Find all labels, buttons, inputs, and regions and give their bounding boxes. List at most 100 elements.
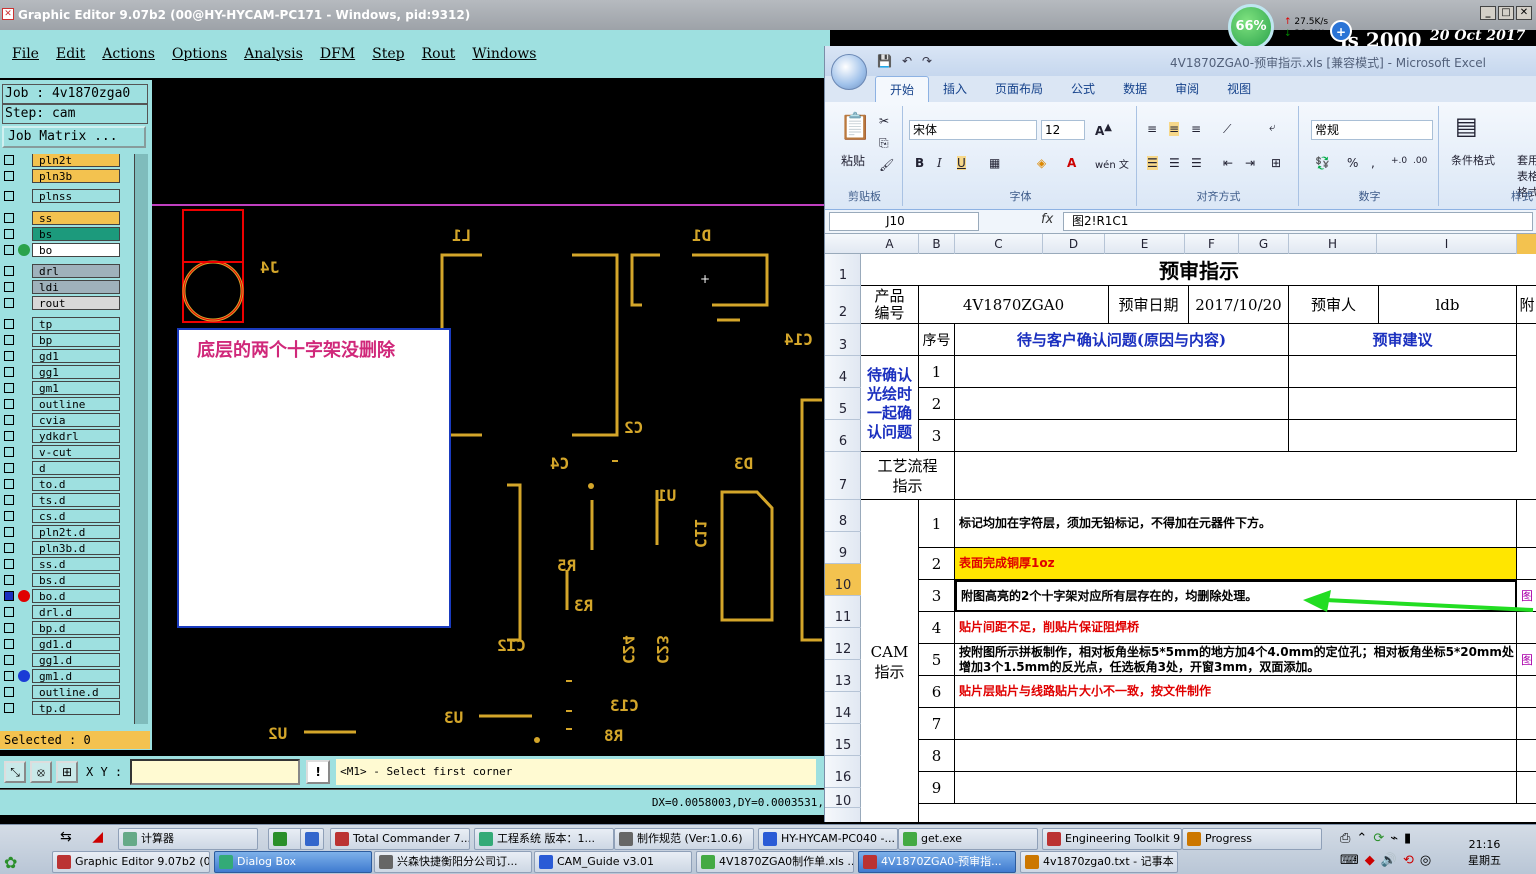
layer-row[interactable]: pln3b.d xyxy=(4,540,120,555)
layer-checkbox[interactable] xyxy=(4,478,14,489)
volume-icon[interactable]: 🔊 xyxy=(1381,853,1403,868)
network-speed-widget[interactable]: 66% ↑ 27.5K/s ↓ 36.3K/s + xyxy=(1228,4,1360,50)
switch-window-icon[interactable]: ⇆ xyxy=(60,829,72,845)
sync-icon[interactable]: ⟲ xyxy=(1403,853,1420,868)
layer-checkbox[interactable] xyxy=(4,366,14,377)
layer-row[interactable]: pln2t.d xyxy=(4,524,120,539)
pdf-icon[interactable]: ◢ xyxy=(92,829,103,845)
taskbar-button[interactable]: 兴森快捷衡阳分公司订... xyxy=(374,851,532,873)
layer-row[interactable]: drl xyxy=(4,263,120,278)
layer-checkbox[interactable] xyxy=(4,670,14,681)
taskbar-button[interactable]: 4V1870ZGA0-预审指... xyxy=(858,851,1016,873)
layer-row[interactable]: rout xyxy=(4,295,120,310)
layer-checkbox[interactable] xyxy=(4,265,14,276)
layer-row[interactable]: pln2t xyxy=(4,154,120,167)
layer-row[interactable]: ldi xyxy=(4,279,120,294)
start-icon[interactable]: ✿ xyxy=(4,853,17,872)
menu-rout[interactable]: Rout xyxy=(422,46,456,62)
layer-checkbox[interactable] xyxy=(4,654,14,665)
layer-row[interactable]: gd1 xyxy=(4,348,120,363)
close-button[interactable]: ✕ xyxy=(1516,6,1532,20)
maximize-button[interactable]: □ xyxy=(1498,6,1514,20)
layer-row[interactable]: gg1.d xyxy=(4,652,120,667)
layer-row[interactable]: v-cut xyxy=(4,444,120,459)
layer-row[interactable]: ydkdrl xyxy=(4,428,120,443)
layer-checkbox[interactable] xyxy=(4,281,14,292)
xy-input[interactable] xyxy=(130,759,301,785)
taskbar-button[interactable]: Dialog Box xyxy=(214,851,372,873)
layer-row[interactable]: pln3b xyxy=(4,168,120,183)
layer-checkbox[interactable] xyxy=(4,190,14,201)
layer-row[interactable]: tp xyxy=(4,316,120,331)
menu-actions[interactable]: Actions xyxy=(102,46,155,62)
layer-checkbox[interactable] xyxy=(4,430,14,441)
layer-checkbox[interactable] xyxy=(4,542,14,553)
layer-row[interactable]: ts.d xyxy=(4,492,120,507)
layer-row[interactable]: bs xyxy=(4,226,120,241)
layer-checkbox[interactable] xyxy=(4,462,14,473)
keyboard-icon[interactable]: ⌨ xyxy=(1340,853,1365,868)
layer-checkbox[interactable] xyxy=(4,350,14,361)
layer-row[interactable]: ss.d xyxy=(4,556,120,571)
measure-button[interactable]: ⦻ xyxy=(30,761,52,783)
layer-row[interactable]: plnss xyxy=(4,188,120,203)
layer-checkbox[interactable] xyxy=(4,244,14,255)
layer-row[interactable]: cvia xyxy=(4,412,120,427)
layer-checkbox[interactable] xyxy=(4,606,14,617)
menu-options[interactable]: Options xyxy=(172,46,227,62)
layer-row[interactable]: cs.d xyxy=(4,508,120,523)
layer-checkbox[interactable] xyxy=(4,510,14,521)
signal-icon[interactable]: ▮ xyxy=(1404,831,1417,846)
layer-checkbox[interactable] xyxy=(4,446,14,457)
layer-checkbox[interactable] xyxy=(4,170,14,181)
layer-row[interactable]: gg1 xyxy=(4,364,120,379)
layer-checkbox[interactable] xyxy=(4,622,14,633)
ime-icon[interactable]: ◆ xyxy=(1365,853,1381,868)
layer-checkbox[interactable] xyxy=(4,590,14,601)
taskbar-button[interactable]: Engineering Toolkit 9... xyxy=(1042,828,1182,850)
clock[interactable]: 21:16 星期五 xyxy=(1468,837,1501,869)
job-matrix-button[interactable]: Job Matrix ... xyxy=(2,126,146,148)
menu-file[interactable]: File xyxy=(12,46,39,62)
menu-step[interactable]: Step xyxy=(372,46,404,62)
layer-checkbox[interactable] xyxy=(4,228,14,239)
speed-plus-icon[interactable]: + xyxy=(1330,20,1352,42)
chevron-up-icon[interactable]: ⌃ xyxy=(1356,831,1373,846)
menu-dfm[interactable]: DFM xyxy=(320,46,355,62)
menu-analysis[interactable]: Analysis xyxy=(244,46,303,62)
printer-icon[interactable]: ⎙ xyxy=(1340,831,1356,846)
taskbar-button[interactable]: 4V1870ZGA0制作单.xls ... xyxy=(696,851,854,873)
menu-edit[interactable]: Edit xyxy=(56,46,85,62)
taskbar-button[interactable]: Progress xyxy=(1182,828,1322,850)
layer-checkbox[interactable] xyxy=(4,414,14,425)
layer-row[interactable]: ss xyxy=(4,210,120,225)
taskbar-button[interactable]: Graphic Editor 9.07b2 (0... xyxy=(52,851,210,873)
layer-checkbox[interactable] xyxy=(4,334,14,345)
layer-row[interactable]: gm1.d xyxy=(4,668,120,683)
taskbar-button[interactable]: 4v1870zga0.txt - 记事本 xyxy=(1020,851,1178,873)
network-icon[interactable]: ⟳ xyxy=(1373,831,1390,846)
layer-row[interactable]: gd1.d xyxy=(4,636,120,651)
globe-icon[interactable]: ◎ xyxy=(1420,853,1437,868)
layer-scrollbar[interactable] xyxy=(134,154,148,724)
layer-row[interactable]: gm1 xyxy=(4,380,120,395)
taskbar-button[interactable]: 计算器 xyxy=(118,828,258,850)
taskbar-button[interactable]: 工程系统 版本：1... xyxy=(474,828,614,850)
layer-checkbox[interactable] xyxy=(4,398,14,409)
layer-checkbox[interactable] xyxy=(4,526,14,537)
layer-row[interactable]: to.d xyxy=(4,476,120,491)
layer-row[interactable]: bs.d xyxy=(4,572,120,587)
layer-checkbox[interactable] xyxy=(4,318,14,329)
layer-row[interactable]: tp.d xyxy=(4,700,120,715)
taskbar-button[interactable]: 制作规范 (Ver:1.0.6) xyxy=(614,828,754,850)
usb-icon[interactable]: ⌁ xyxy=(1390,831,1404,846)
layer-row[interactable]: bo xyxy=(4,242,120,257)
taskbar-button[interactable]: get.exe xyxy=(898,828,1038,850)
layer-checkbox[interactable] xyxy=(4,558,14,569)
grid-button[interactable]: ⊞ xyxy=(56,761,78,783)
layer-row[interactable]: bp.d xyxy=(4,620,120,635)
layer-checkbox[interactable] xyxy=(4,494,14,505)
taskbar-button[interactable] xyxy=(300,828,324,850)
abort-button[interactable]: ! xyxy=(306,760,331,784)
layer-checkbox[interactable] xyxy=(4,212,14,223)
